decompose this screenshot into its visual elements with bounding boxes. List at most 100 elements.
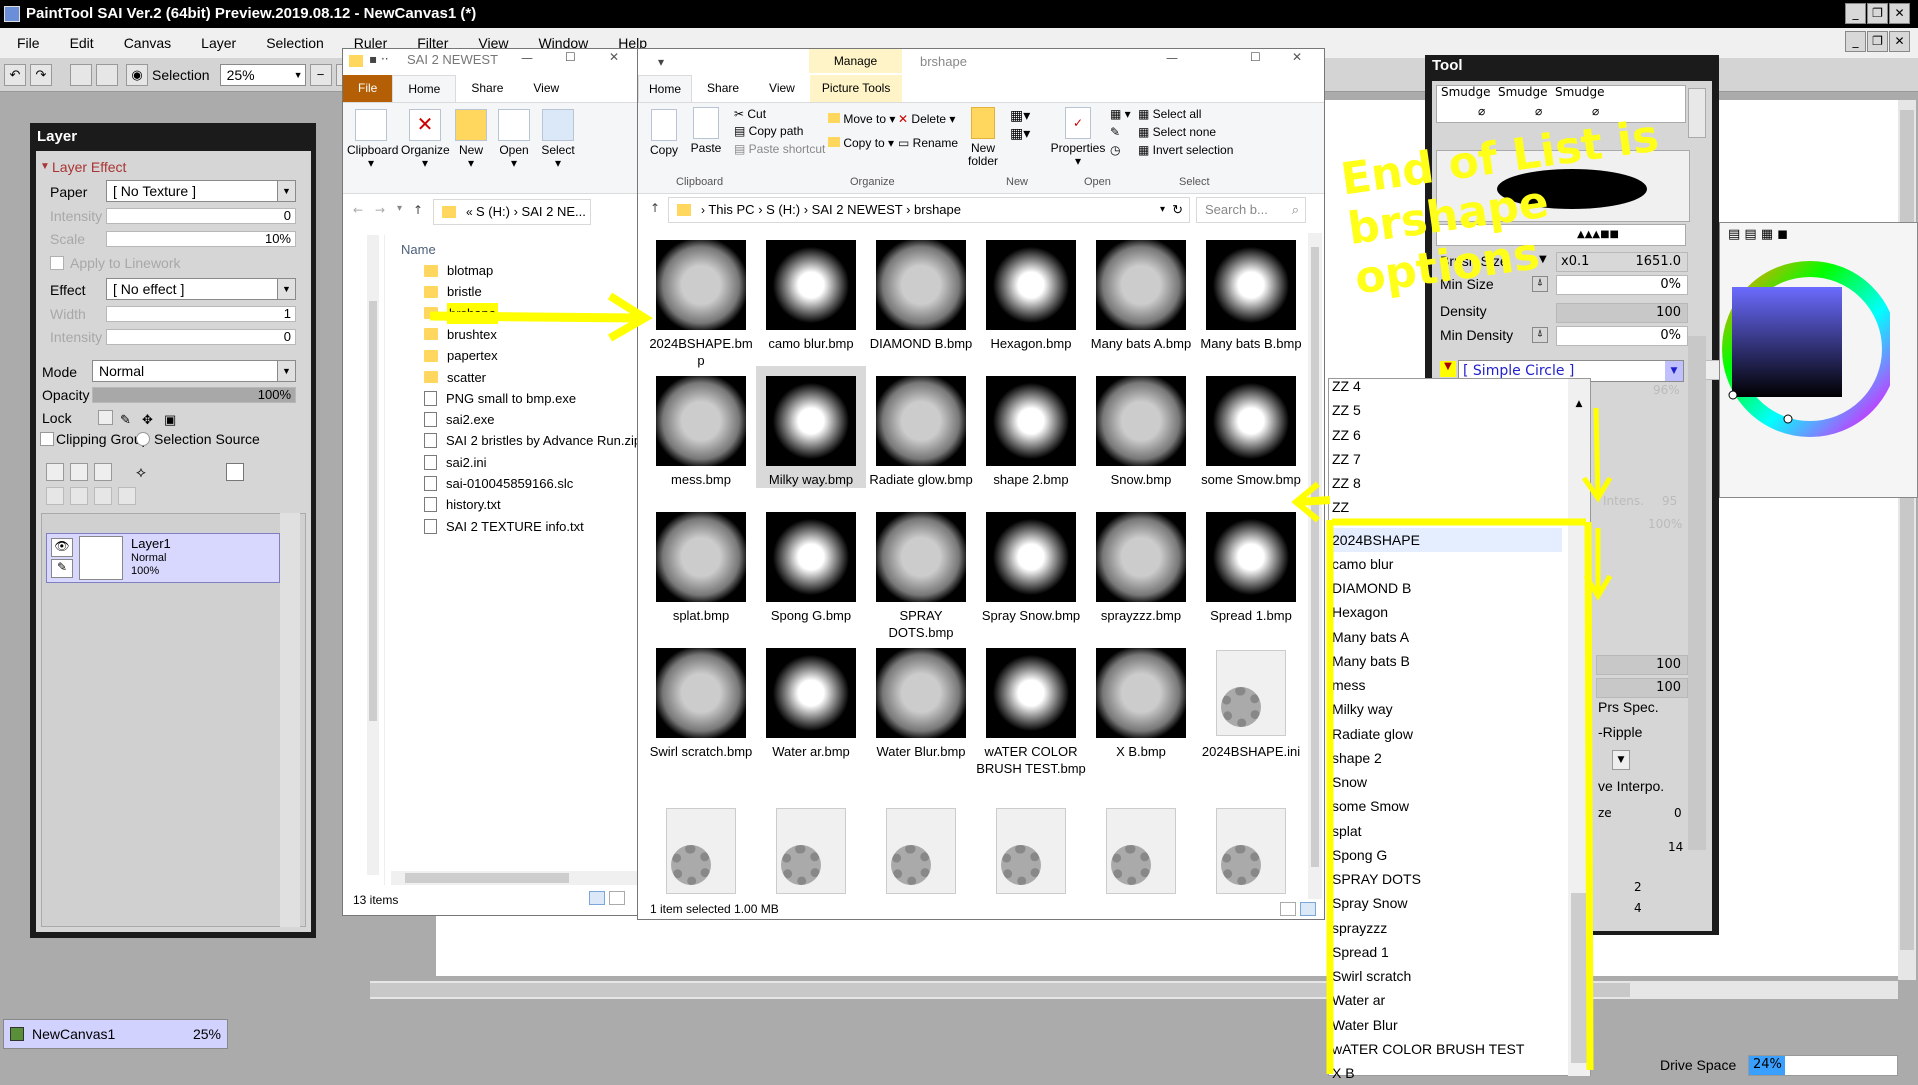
min-size-field[interactable]: 0% [1556,275,1688,295]
file-item[interactable]: SAI 2 TEXTURE info.txt [424,516,584,537]
horizontal-scrollbar[interactable] [391,871,637,885]
tool-slot-smudge-1[interactable]: Smudge [1441,85,1491,99]
shape-list-item[interactable]: ZZ 6 [1332,423,1361,447]
opacity-slider[interactable]: 100% [92,387,296,403]
organize-button[interactable]: ✕ Organize ▾ [401,109,450,170]
file-item[interactable]: sai2.exe [424,409,494,430]
new-layer-icon[interactable] [46,463,64,481]
delete-button[interactable]: ✕ Delete ▾ [898,112,955,126]
density-field[interactable]: 100 [1556,303,1688,323]
tab-home[interactable]: Home [392,75,457,102]
easy-access-icon[interactable]: ▦▾ [1010,125,1030,142]
shape-list-item[interactable]: Water ar [1332,988,1385,1012]
select-button[interactable]: Select ▾ [537,109,579,170]
minimize-button[interactable]: _ [1845,3,1866,24]
shape-list-item[interactable]: Hexagon [1332,600,1388,624]
paste-button[interactable]: Paste [686,107,726,155]
minimize-button[interactable]: — [521,51,533,65]
copy-layer-icon[interactable] [94,487,112,505]
invert-selection-button[interactable]: ▦ Invert selection [1138,143,1233,157]
image-thumbnail[interactable] [656,240,746,330]
selection-toggle-icon[interactable]: ◉ [126,63,148,86]
intensity-slider[interactable]: 0 [106,208,296,224]
eye-icon[interactable]: 👁 [51,538,73,557]
copy-button[interactable]: Copy [644,109,684,157]
width-slider[interactable]: 1 [106,306,296,322]
image-thumbnail[interactable] [1096,240,1186,330]
effect-select[interactable]: [ No effect ] ▼ [106,278,296,300]
prs-spec-label[interactable]: Prs Spec. [1598,699,1659,715]
new-folder-icon[interactable] [94,463,112,481]
open-button[interactable]: Open ▾ [493,109,535,170]
image-thumbnail[interactable] [1096,376,1186,466]
pressure-icon[interactable]: ⍋ [1532,327,1548,343]
dilution-field[interactable]: 100 [1596,678,1688,698]
image-thumbnail[interactable] [766,512,856,602]
cut-button[interactable]: ✂ Cut [734,107,766,121]
shape-list-item[interactable]: Spray Snow [1332,891,1407,915]
back-icon[interactable]: ← [353,203,363,217]
scale-slider[interactable]: 10% [106,231,296,247]
layer-mask-icon[interactable] [226,463,244,481]
select-all-button[interactable]: ▦ Select all [1138,107,1201,121]
shape-list-item[interactable]: wATER COLOR BRUSH TEST [1332,1037,1524,1061]
shape-list-item[interactable]: ZZ 7 [1332,447,1361,471]
file-item[interactable]: SAI 2 bristles by Advance Run.zip [424,430,641,451]
shape-list-item[interactable]: SPRAY DOTS [1332,867,1421,891]
doc-close-button[interactable]: ✕ [1889,31,1910,52]
shape-list-item[interactable]: Many bats A [1332,625,1409,649]
close-button[interactable]: ✕ [609,50,619,64]
deselect-icon[interactable] [70,63,92,86]
file-item[interactable]: sai-010045859166.slc [424,473,573,494]
nav-pane[interactable] [345,235,385,885]
tool-panel-scrollbar[interactable] [1688,336,1706,850]
list-scrollbar[interactable]: ▲ [1568,379,1590,1076]
shape-list-item[interactable]: shape 2 [1332,746,1382,770]
image-thumbnail[interactable] [1096,648,1186,738]
invert-icon[interactable] [96,63,118,86]
image-thumbnail[interactable] [986,648,1076,738]
clipboard-button[interactable]: Clipboard ▾ [347,109,398,170]
maximize-button[interactable]: ☐ [565,50,576,64]
up-icon[interactable]: ↑ [413,203,423,217]
shape-list-item[interactable]: Swirl scratch [1332,964,1411,988]
settings-file-icon[interactable] [1216,808,1286,894]
delete-layer-icon[interactable] [118,487,136,505]
image-thumbnail[interactable] [756,366,866,476]
image-thumbnail[interactable] [656,648,746,738]
settings-file-icon[interactable] [996,808,1066,894]
shape-list-item[interactable]: sprayzzz [1332,916,1387,940]
collapse-arrow-icon[interactable]: ▼ [40,155,50,179]
folder-item[interactable]: brushtex [424,324,497,345]
settings-file-icon[interactable] [886,808,956,894]
menu-layer[interactable]: Layer [184,35,249,51]
shape-list-item[interactable]: ZZ 8 [1332,471,1361,495]
shape-list-item[interactable]: ZZ [1332,495,1349,519]
interpo-label[interactable]: ve Interpo. [1598,778,1664,794]
close-button[interactable]: ✕ [1292,50,1302,64]
copy-to-button[interactable]: Copy to ▾ [828,136,894,150]
shape-list-item[interactable]: Radiate glow [1332,722,1413,746]
undo-icon[interactable]: ↶ [4,63,26,86]
shape-list-item[interactable]: Water Blur [1332,1013,1398,1037]
tab-share[interactable]: Share [692,75,754,102]
shape-list-item[interactable]: splat [1332,819,1362,843]
menu-selection[interactable]: Selection [249,35,337,51]
selection-source-radio[interactable] [136,432,150,446]
doc-restore-button[interactable]: ❐ [1867,31,1888,52]
image-thumbnail[interactable] [876,376,966,466]
settings-file-icon[interactable] [776,808,846,894]
shape-expand-icon[interactable]: ▼ [1440,361,1456,377]
image-thumbnail[interactable] [876,648,966,738]
new-item-icon[interactable]: ▦▾ [1010,107,1030,124]
shape-list-item[interactable]: Milky way [1332,697,1393,721]
image-thumbnail[interactable] [1206,512,1296,602]
layer-row[interactable]: 👁 ✎ Layer1 Normal 100% [46,533,280,583]
settings-file-icon[interactable] [666,808,736,894]
close-button[interactable]: ✕ [1889,3,1910,24]
layer-list-scrollbar[interactable] [280,513,300,927]
image-thumbnail[interactable] [986,240,1076,330]
details-view-icon[interactable] [589,891,605,905]
details-view-icon[interactable] [1280,902,1296,916]
new-linework-icon[interactable] [70,463,88,481]
